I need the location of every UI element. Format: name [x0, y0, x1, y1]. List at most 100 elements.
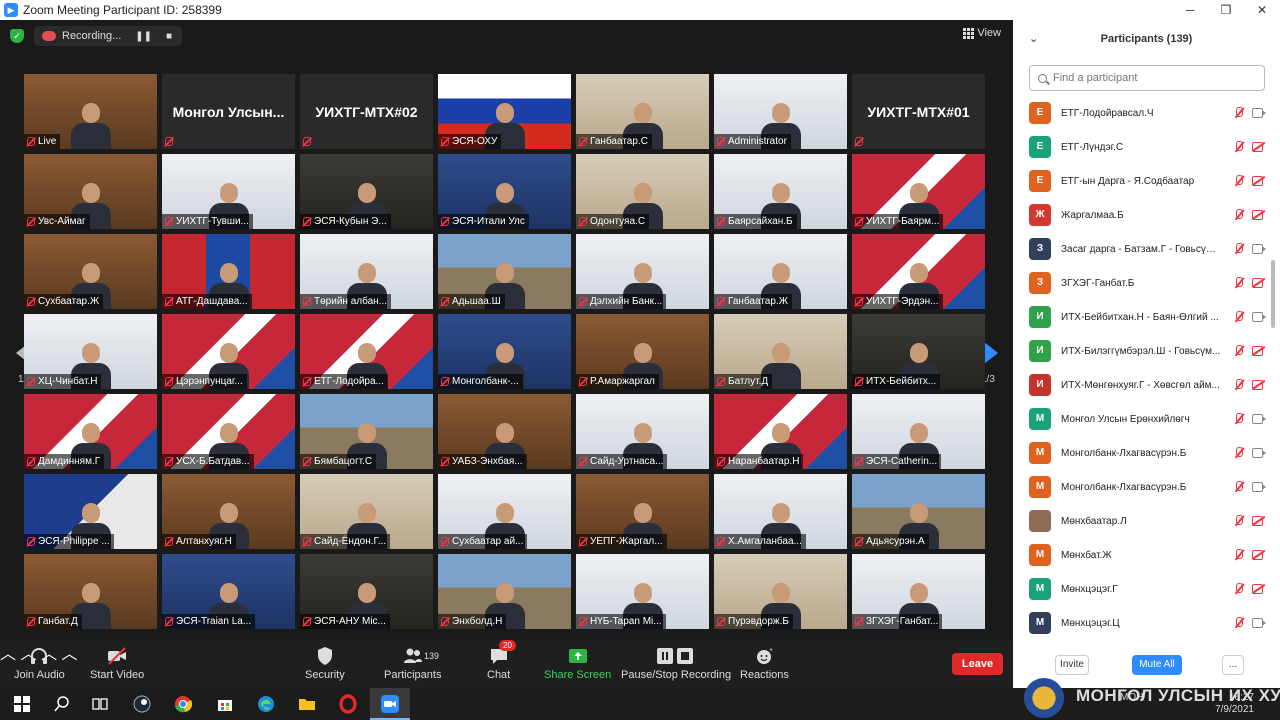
- video-tile[interactable]: Сухбаатар ай...: [438, 474, 571, 549]
- video-tile[interactable]: Сайд-Уртнаса...: [576, 394, 709, 469]
- video-tile[interactable]: ЭСЯ-ОХУ: [438, 74, 571, 149]
- video-tile[interactable]: УСХ-Б.Батдав...: [162, 394, 295, 469]
- video-tile[interactable]: Live: [24, 74, 157, 149]
- video-tile[interactable]: Төрийн албан...: [300, 234, 433, 309]
- participant-row[interactable]: Ж Жаргалмаа.Б: [1029, 198, 1265, 232]
- chrome-icon[interactable]: [173, 694, 193, 714]
- video-tile[interactable]: АТГ-Дашдава...: [162, 234, 295, 309]
- video-tile[interactable]: Монголбанк-...: [438, 314, 571, 389]
- taskbar-search-icon[interactable]: [52, 694, 72, 714]
- maximize-button[interactable]: ❐: [1208, 0, 1244, 20]
- video-tile[interactable]: Сайд-Ёндон.Г...: [300, 474, 433, 549]
- pause-recording-icon[interactable]: ❚❚: [135, 31, 152, 42]
- zoom-taskbar-active[interactable]: [370, 688, 410, 720]
- participant-search[interactable]: [1029, 65, 1265, 91]
- participant-list-scrollbar[interactable]: [1271, 260, 1275, 328]
- participant-row[interactable]: М Мөнхбат.Ж: [1029, 538, 1265, 572]
- video-tile[interactable]: Наранбаатар.Н: [714, 394, 847, 469]
- more-options-button[interactable]: ...: [1222, 655, 1244, 675]
- mute-all-button[interactable]: Mute All: [1132, 655, 1182, 675]
- encryption-shield-icon[interactable]: ✓: [10, 29, 24, 43]
- video-tile[interactable]: Ганбаатар.Ж: [714, 234, 847, 309]
- video-tile[interactable]: Бямбацогт.С: [300, 394, 433, 469]
- video-tile[interactable]: Адьясурэн.А: [852, 474, 985, 549]
- video-tile[interactable]: Ганбат.Д: [24, 554, 157, 629]
- video-tile[interactable]: УИХТГ-МТХ#02: [300, 74, 433, 149]
- video-tile[interactable]: ЭСЯ-Итали Улс: [438, 154, 571, 229]
- security-button[interactable]: Security: [305, 646, 345, 681]
- video-tile[interactable]: Пурэвдорж.Б: [714, 554, 847, 629]
- file-explorer-icon[interactable]: [297, 694, 317, 714]
- minimize-button[interactable]: ─: [1172, 0, 1208, 20]
- video-tile[interactable]: ЭСЯ-Кубын Э...: [300, 154, 433, 229]
- video-tile[interactable]: Баярсайхан.Б: [714, 154, 847, 229]
- video-tile[interactable]: ХЦ-Чинбат.Н: [24, 314, 157, 389]
- video-tile[interactable]: Одонтуяа.С: [576, 154, 709, 229]
- video-tile[interactable]: Адьшаа.Ш: [438, 234, 571, 309]
- video-tile[interactable]: ЗГХЭГ-Ганбат...: [852, 554, 985, 629]
- participant-row[interactable]: М Монголбанк-Лхагвасүрэн.Б: [1029, 436, 1266, 470]
- store-icon[interactable]: [215, 694, 235, 714]
- video-tile[interactable]: ЭСЯ-Traian La...: [162, 554, 295, 629]
- video-tile[interactable]: Алтанхуяг.Н: [162, 474, 295, 549]
- edge-icon[interactable]: [256, 694, 276, 714]
- video-tile[interactable]: УЕПГ-Жаргал...: [576, 474, 709, 549]
- participant-row[interactable]: З ЗГХЭГ-Ганбат.Б: [1029, 266, 1265, 300]
- steam-icon[interactable]: [132, 694, 152, 714]
- video-tile[interactable]: ИТХ-Бейбитх...: [852, 314, 985, 389]
- participant-row[interactable]: М Монголбанк-Лхагвасүрэн.Б: [1029, 470, 1266, 504]
- participant-row[interactable]: З Засаг дарга - Батзам.Г - Говьсүм...: [1029, 232, 1266, 266]
- join-audio-button[interactable]: Join Audio: [14, 646, 65, 681]
- view-button[interactable]: View: [963, 27, 1001, 39]
- video-tile[interactable]: НҮБ-Tapan Mi...: [576, 554, 709, 629]
- video-tile[interactable]: Х.Амгаланбаа...: [714, 474, 847, 549]
- participant-row[interactable]: И ИТХ-Мөнгөнхуяг.Г - Хөвсгөл айм...: [1029, 368, 1265, 402]
- search-icon: [1038, 73, 1047, 83]
- video-tile[interactable]: Монгол Улсын...: [162, 74, 295, 149]
- participant-row[interactable]: Е ЕТГ-Лодойравсал.Ч: [1029, 96, 1266, 130]
- participant-row[interactable]: М Монгол Улсын Ерөнхийлөгч: [1029, 402, 1266, 436]
- video-tile[interactable]: УИХТГ-Баярм...: [852, 154, 985, 229]
- video-tile[interactable]: Цэрэнпунцаг...: [162, 314, 295, 389]
- pause-stop-recording-button[interactable]: Pause/Stop Recording: [621, 646, 731, 681]
- video-tile[interactable]: ЕТГ-Лодойра...: [300, 314, 433, 389]
- video-tile[interactable]: УИХТГ-МТХ#01: [852, 74, 985, 149]
- video-tile[interactable]: ЭСЯ-АНУ Mic...: [300, 554, 433, 629]
- video-tile[interactable]: Увс-Аймаг: [24, 154, 157, 229]
- video-tile[interactable]: ЭСЯ-Philippe ...: [24, 474, 157, 549]
- participant-row[interactable]: Е ЕТГ-ын Дарга - Я.Содбаатар: [1029, 164, 1265, 198]
- participant-row[interactable]: И ИТХ-Бейбитхан.Н - Баян-Өлгий ...: [1029, 300, 1266, 334]
- video-tile[interactable]: ЭСЯ-Catherin...: [852, 394, 985, 469]
- video-tile[interactable]: Ганбаатар.С: [576, 74, 709, 149]
- participant-row[interactable]: М Мөнхцэцэг.Ц: [1029, 606, 1266, 640]
- windows-start-icon[interactable]: [12, 694, 32, 714]
- leave-button[interactable]: Leave: [952, 653, 1003, 675]
- video-tile[interactable]: Дамдинням.Г: [24, 394, 157, 469]
- collapse-chevron-icon[interactable]: ⌄: [1029, 20, 1038, 58]
- participant-row[interactable]: И ИТХ-Билэггүмбэрэл.Ш - Говьсүм...: [1029, 334, 1265, 368]
- stop-recording-icon[interactable]: ■: [166, 31, 172, 42]
- invite-button[interactable]: Invite: [1055, 655, 1089, 675]
- video-tile[interactable]: Administrator: [714, 74, 847, 149]
- participant-row[interactable]: Е ЕТГ-Лүндэг.С: [1029, 130, 1265, 164]
- video-tile[interactable]: УИХТГ-Тувши...: [162, 154, 295, 229]
- chat-button[interactable]: 20 Chat: [487, 640, 516, 681]
- system-tray-language[interactable]: МОН: [1120, 692, 1143, 703]
- opera-icon[interactable]: [338, 694, 358, 714]
- reactions-button[interactable]: + Reactions: [740, 646, 789, 681]
- system-clock[interactable]: 16:27 7/9/2021: [1200, 692, 1254, 716]
- participant-search-input[interactable]: [1053, 72, 1253, 84]
- close-button[interactable]: ✕: [1244, 0, 1280, 20]
- video-tile[interactable]: Р.Амаржаргал: [576, 314, 709, 389]
- task-view-icon[interactable]: [90, 694, 110, 714]
- video-tile[interactable]: УАБЗ-Энхбая...: [438, 394, 571, 469]
- video-tile[interactable]: УИХТГ-Эрдэн...: [852, 234, 985, 309]
- video-tile[interactable]: Энхболд.Н: [438, 554, 571, 629]
- start-video-button[interactable]: Start Video: [90, 646, 144, 681]
- video-tile[interactable]: Батлут.Д: [714, 314, 847, 389]
- share-screen-button[interactable]: Share Screen: [544, 646, 611, 681]
- participant-row[interactable]: М Мөнхцэцэг.Г: [1029, 572, 1265, 606]
- participant-row[interactable]: Мөнхбаатар.Л: [1029, 504, 1265, 538]
- video-tile[interactable]: Дэлхийн Банк...: [576, 234, 709, 309]
- video-tile[interactable]: Сухбаатар.Ж: [24, 234, 157, 309]
